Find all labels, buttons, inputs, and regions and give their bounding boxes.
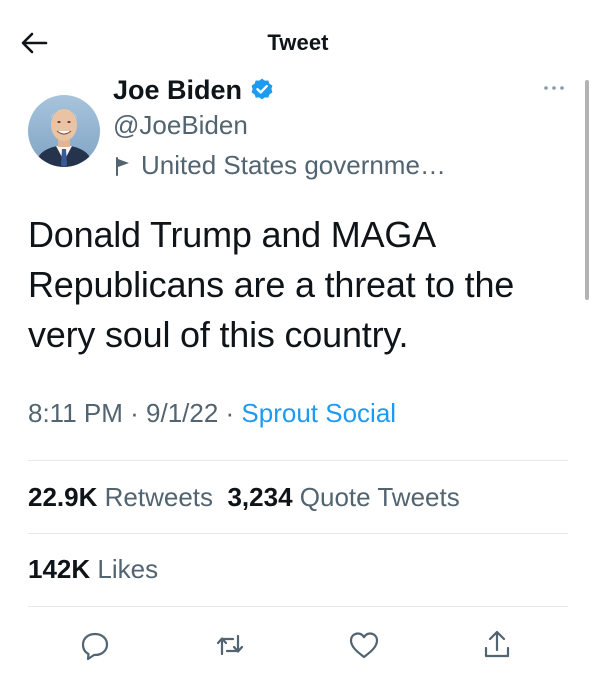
profile-photo-icon [28, 95, 100, 167]
retweets-stat[interactable]: 22.9K Retweets [28, 482, 213, 512]
tweet-source-link[interactable]: Sprout Social [241, 398, 396, 428]
meta-separator: · [218, 398, 242, 428]
tweet-action-bar [0, 620, 596, 670]
like-icon [349, 632, 379, 659]
quote-tweets-stat[interactable]: 3,234 Quote Tweets [227, 482, 459, 512]
retweets-label: Retweets [104, 482, 214, 512]
ellipsis-icon [544, 86, 564, 90]
likes-count: 142K [28, 554, 91, 584]
author-display-name[interactable]: Joe Biden [113, 75, 242, 106]
retweets-count: 22.9K [28, 482, 98, 512]
likes-stat[interactable]: 142K Likes [28, 554, 158, 584]
tweet-date[interactable]: 9/1/22 [146, 398, 218, 428]
tweet-time[interactable]: 8:11 PM [28, 398, 123, 428]
avatar[interactable] [28, 95, 100, 167]
retweet-button[interactable] [213, 628, 247, 662]
divider [28, 460, 568, 461]
like-button[interactable] [347, 628, 381, 662]
affiliation-label: United States governme… [141, 150, 446, 180]
page-title: Tweet [267, 30, 329, 55]
account-affiliation: United States governme… [113, 150, 446, 181]
verified-badge-icon [249, 77, 275, 103]
reply-button[interactable] [78, 628, 112, 662]
divider [28, 606, 568, 607]
likes-stats-row: 142K Likes [28, 554, 158, 585]
retweet-icon [216, 634, 244, 656]
quote-tweets-count: 3,234 [227, 482, 293, 512]
meta-separator: · [122, 398, 147, 428]
header-bar: Tweet [0, 0, 596, 80]
author-handle[interactable]: @JoeBiden [113, 110, 248, 141]
author-name-row: Joe Biden [113, 73, 275, 107]
more-options-button[interactable] [538, 80, 570, 96]
flag-icon [113, 156, 133, 176]
share-icon [484, 630, 510, 658]
divider [28, 533, 568, 534]
tweet-text: Donald Trump and MAGA Republicans are a … [28, 214, 515, 355]
share-button[interactable] [480, 628, 514, 662]
scrollbar[interactable] [585, 80, 589, 300]
quote-tweets-label: Quote Tweets [299, 482, 460, 512]
engagement-stats-row: 22.9K Retweets 3,234 Quote Tweets [28, 482, 460, 513]
likes-label: Likes [97, 554, 159, 584]
reply-icon [81, 632, 109, 661]
tweet-meta: 8:11 PM · 9/1/22 · Sprout Social [28, 398, 396, 429]
